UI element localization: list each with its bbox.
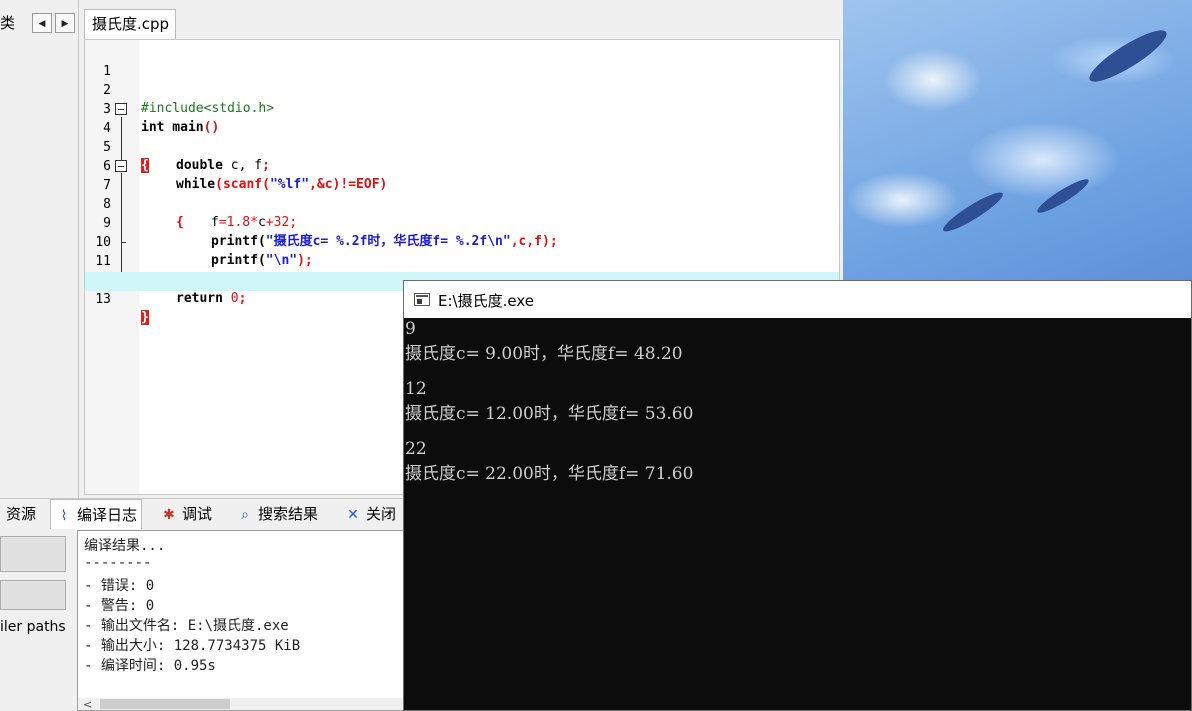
waveform-icon: ⌇ — [60, 508, 68, 524]
console-output-line: 摄氏度c= 22.00时，华氏度f= 71.60 — [405, 464, 694, 484]
tab-scroll-right-button[interactable]: ▶ — [55, 13, 75, 33]
code-line: 6 while(scanf("%lf",&c)!=EOF) — [85, 139, 839, 193]
tab-compile-log[interactable]: ⌇ 编译日志 — [50, 499, 143, 529]
code-line: 12 return 0; — [85, 253, 839, 307]
bottom-panel-tabs: 资源 ⌇ 编译日志 ✱ 调试 ⌕ 搜索结果 ✕ 关闭 — [0, 498, 410, 529]
tab-scroll-left-button[interactable]: ◀ — [32, 13, 52, 33]
line-number: 13 — [95, 291, 111, 307]
tab-classes[interactable]: 类 — [0, 12, 15, 33]
code-line: 3 int main() — [85, 82, 839, 136]
log-line: 编译结果... — [84, 538, 166, 554]
console-title-bar[interactable]: E:\摄氏度.exe — [404, 281, 1191, 318]
scrollbar-thumb[interactable] — [100, 699, 230, 709]
code-line: 1 — [85, 44, 839, 79]
code-line: 11 } — [85, 234, 839, 288]
console-output-line: 摄氏度c= 12.00时，华氏度f= 53.60 — [405, 404, 694, 424]
code-line: 10 printf("\n"); — [85, 215, 839, 269]
log-line: - 输出大小: 128.7734375 KiB — [84, 638, 301, 654]
tab-resources[interactable]: 资源 — [6, 499, 36, 529]
code-text: return 0; — [176, 291, 247, 307]
console-window[interactable]: E:\摄氏度.exe 9 摄氏度c= 9.00时，华氏度f= 48.20 12 … — [403, 280, 1192, 711]
fold-toggle-icon[interactable] — [115, 160, 127, 172]
console-output-line: 摄氏度c= 9.00时，华氏度f= 48.20 — [405, 344, 683, 364]
code-line: 4 { — [85, 101, 839, 173]
whale-illustration — [939, 187, 1007, 237]
option-button[interactable] — [0, 536, 66, 572]
compiler-paths-label: iler paths — [0, 619, 66, 635]
whale-illustration — [1034, 175, 1092, 217]
console-output-line: 22 — [405, 439, 427, 459]
class-browser-panel: 类 ◀ ▶ — [0, 0, 79, 498]
bug-icon: ✱ — [163, 507, 175, 523]
code-text: } — [141, 310, 149, 326]
log-line: - 警告: 0 — [84, 598, 155, 614]
log-line: - 错误: 0 — [84, 578, 155, 594]
scroll-left-icon[interactable]: < — [83, 698, 92, 710]
code-line: 7 { — [85, 158, 839, 230]
option-button[interactable] — [0, 580, 66, 610]
code-line: 2 #include<stdio.h> — [85, 63, 839, 117]
log-line: -------- — [84, 555, 152, 571]
console-output-line: 12 — [405, 379, 427, 399]
log-line: - 输出文件名: E:\摄氏度.exe — [84, 618, 289, 634]
console-app-icon — [414, 293, 430, 306]
tab-file[interactable]: 摄氏度.cpp — [84, 9, 176, 39]
search-icon: ⌕ — [241, 507, 249, 523]
log-line: - 编译时间: 0.95s — [84, 658, 216, 674]
fold-toggle-icon[interactable] — [115, 103, 127, 115]
tab-search-results[interactable]: ⌕ 搜索结果 — [236, 499, 318, 529]
console-output-line: 9 — [405, 319, 416, 339]
horizontal-scrollbar[interactable]: < — [78, 698, 406, 710]
code-line: 8 f=1.8*c+32; — [85, 177, 839, 231]
tab-debug[interactable]: ✱ 调试 — [160, 499, 212, 529]
compile-log-output[interactable]: 编译结果... -------- - 错误: 0 - 警告: 0 - 输出文件名… — [77, 530, 407, 711]
code-line: 9 printf("摄氏度c= %.2f时，华氏度f= %.2f\n",c,f)… — [85, 196, 839, 250]
close-icon: ✕ — [347, 507, 359, 523]
whale-illustration — [1084, 22, 1172, 90]
console-title: E:\摄氏度.exe — [438, 292, 534, 310]
code-line: 5 double c, f; — [85, 120, 839, 174]
tab-close[interactable]: ✕ 关闭 — [344, 499, 396, 529]
